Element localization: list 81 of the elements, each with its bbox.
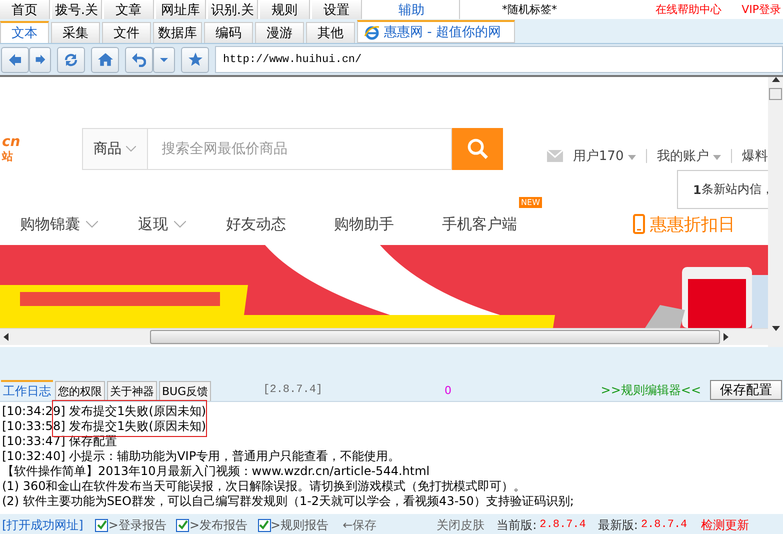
log-tab[interactable]: BUG反馈 (159, 381, 212, 401)
log-line: (2) 软件主要功能为SEO群发，可以自己编写群发规则（1-2天就可以学会，看视频43-50）支持验证码识别; (1, 494, 575, 509)
menu-tab[interactable]: 规则 (260, 0, 310, 19)
site-logo-text: cn (2, 134, 22, 150)
random-tag[interactable]: *随机标签* (502, 2, 557, 17)
scroll-up-icon[interactable] (772, 77, 780, 82)
menu-tab[interactable]: 网址库 (156, 0, 206, 19)
nav-link[interactable]: 购物锦囊 (20, 214, 98, 234)
sub-tab[interactable]: 采集 (51, 22, 100, 43)
counter-label: 0 (444, 384, 452, 396)
sub-tab[interactable]: 编码 (204, 22, 253, 43)
undo-button[interactable] (125, 46, 153, 72)
search-icon (466, 138, 489, 160)
chevron-down-icon (126, 146, 136, 152)
checkbox[interactable] (95, 518, 108, 532)
undo-arrow-icon (132, 52, 146, 66)
forward-button[interactable] (29, 46, 51, 72)
browser-logo-icon (364, 24, 380, 40)
nav-link[interactable]: 购物助手 (334, 214, 394, 234)
menu-tab[interactable]: 首页 (0, 0, 50, 19)
refresh-icon (64, 52, 78, 66)
refresh-button[interactable] (57, 46, 85, 72)
sub-tab[interactable]: 文本 (0, 21, 49, 43)
left-arrow-icon (8, 52, 22, 66)
user-menu[interactable]: 用户170 (572, 147, 636, 165)
caret-icon (713, 155, 721, 160)
nav-link[interactable]: 返现 (138, 214, 186, 234)
log-tab[interactable]: 您的权限 (55, 381, 105, 401)
current-version-value: 2.8.7.4 (540, 519, 586, 531)
log-line: 【软件操作简单】2013年10月最新入门视频：www.wzdr.cn/article-544.html (1, 464, 431, 479)
category-dropdown[interactable]: 商品 (82, 129, 148, 169)
search-button[interactable] (452, 128, 503, 170)
new-badge: NEW (519, 196, 542, 208)
close-skin-link[interactable]: 关闭皮肤 (436, 516, 485, 534)
message-popup: 1条新站内信， (677, 170, 768, 209)
checkbox-label: >发布报告 (189, 516, 248, 534)
browser-tab[interactable]: 惠惠网 - 超值你的网 (357, 20, 515, 43)
log-line: [10:32:40] 小提示：辅助功能为VIP专用，普通用户只能查看，不能使用。 (1, 449, 402, 464)
vertical-scrollbar[interactable] (768, 77, 783, 347)
account-menu[interactable]: 我的账户 (656, 147, 721, 165)
save-config-button[interactable]: 保存配置 (710, 380, 782, 400)
right-arrow-icon (34, 54, 46, 65)
menu-tab[interactable]: 文章 (104, 0, 154, 19)
sub-tab[interactable]: 数据库 (153, 22, 202, 43)
address-field[interactable]: http://www.huihui.cn/ (215, 46, 783, 73)
checkbox-label: >登录报告 (108, 516, 166, 534)
version-label: [2.8.7.4] (263, 384, 323, 396)
save-link[interactable]: ←保存 (342, 516, 377, 534)
home-icon (98, 52, 112, 67)
checkbox-label: >规则报告 (270, 516, 329, 534)
home-button[interactable] (91, 46, 119, 72)
checkbox[interactable] (176, 518, 190, 532)
checkbox[interactable] (258, 518, 270, 532)
scroll-down-icon[interactable] (772, 326, 780, 331)
phone-icon (633, 214, 645, 234)
open-success-link[interactable]: [打开成功网址] (2, 516, 84, 534)
sub-tab[interactable]: 文件 (102, 22, 151, 43)
favorite-button[interactable] (181, 46, 209, 72)
caret-icon (628, 155, 636, 160)
report-link[interactable]: 爆料 (742, 147, 768, 165)
menu-tab[interactable]: 设置 (312, 0, 362, 19)
vip-login-link[interactable]: VIP登录 (742, 2, 781, 17)
back-button[interactable] (1, 46, 29, 72)
horizontal-scrollbar[interactable] (0, 328, 768, 345)
log-line: (1) 360和金山在软件发布当天可能误报，次日解除误报。请切换到游戏模式（免打扰模式即可）。 (1, 479, 527, 494)
current-version-label: 当前版: (496, 516, 537, 534)
sub-tab[interactable]: 其他 (306, 22, 355, 43)
star-icon (188, 52, 202, 67)
sub-tab[interactable]: 漫游 (255, 22, 304, 43)
menu-tab[interactable]: 识别.关 (208, 0, 258, 19)
dropdown-button[interactable] (153, 46, 175, 72)
site-logo-subtitle: 站 (2, 150, 13, 163)
nav-link[interactable]: 好友动态 (226, 214, 286, 234)
scroll-thumb[interactable] (769, 88, 782, 100)
caret-icon (160, 56, 168, 64)
latest-version-label: 最新版: (598, 516, 638, 534)
log-tab[interactable]: 关于神器 (107, 381, 157, 401)
menu-tab[interactable]: 拨号.关 (52, 0, 102, 19)
help-link[interactable]: 在线帮助中心 (656, 2, 722, 17)
search-field[interactable]: 商品 搜索全网最低价商品 (82, 128, 452, 170)
latest-version-value: 2.8.7.4 (640, 519, 688, 531)
